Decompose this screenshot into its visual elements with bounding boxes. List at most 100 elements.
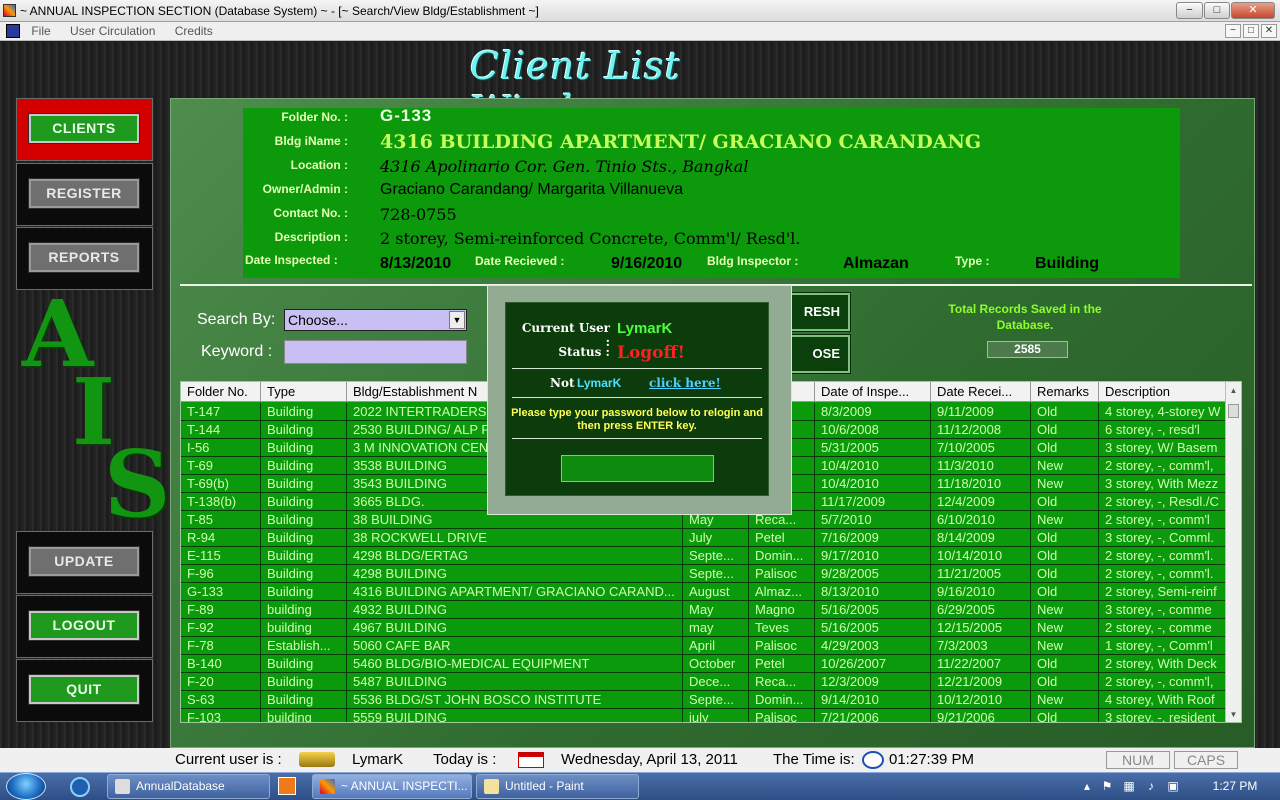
table-row[interactable]: F-78 Establish... 5060 CAFE BAR April Paliso… <box>181 637 1227 655</box>
grid-column-header[interactable]: Folder No. <box>181 382 261 402</box>
media-player-icon[interactable] <box>278 777 296 795</box>
table-cell: 11/22/2007 <box>931 655 1031 673</box>
clients-button[interactable]: CLIENTS <box>28 113 140 144</box>
close-button-panel[interactable]: OSE <box>787 334 851 374</box>
num-lock-indicator: NUM <box>1106 751 1170 769</box>
sidebar-update-box: UPDATE <box>16 531 153 594</box>
chevron-down-icon[interactable]: ▼ <box>449 311 465 329</box>
start-orb-icon[interactable] <box>6 773 46 800</box>
table-cell: 1 storey, -, Comm'l <box>1099 637 1241 655</box>
scroll-down-icon[interactable]: ▼ <box>1226 708 1241 722</box>
status-bar: Current user is : LymarK Today is : Wedn… <box>0 748 1280 772</box>
scroll-thumb[interactable] <box>1228 404 1239 418</box>
taskbar: AnnualDatabase ~ ANNUAL INSPECTI... Unti… <box>0 772 1280 800</box>
paint-icon <box>484 779 499 794</box>
table-cell: 10/12/2010 <box>931 691 1031 709</box>
logout-button[interactable]: LOGOUT <box>28 610 140 641</box>
password-input[interactable] <box>561 455 714 482</box>
table-cell: 2 storey, Semi-reinf <box>1099 583 1241 601</box>
table-cell: Building <box>261 583 347 601</box>
tray-network-icon[interactable]: ▦ <box>1122 779 1136 793</box>
update-button[interactable]: UPDATE <box>28 546 140 577</box>
click-here-link[interactable]: click here! <box>649 376 721 390</box>
grid-column-header[interactable]: Type <box>261 382 347 402</box>
table-cell: Palisoc <box>749 565 815 583</box>
grid-column-header[interactable]: Date of Inspe... <box>815 382 931 402</box>
page-title: Client List Window <box>470 44 681 132</box>
table-row[interactable]: R-94 Building 38 ROCKWELL DRIVE July Petel 7/… <box>181 529 1227 547</box>
table-cell: Petel <box>749 655 815 673</box>
table-row[interactable]: F-103 building 5559 BUILDING july Palisoc 7/2… <box>181 709 1227 722</box>
relogin-instruction: Please type your password below to relog… <box>511 407 763 432</box>
taskbar-annual-inspection[interactable]: ~ ANNUAL INSPECTI... <box>312 774 472 799</box>
table-cell: 11/21/2005 <box>931 565 1031 583</box>
reports-button[interactable]: REPORTS <box>28 242 140 273</box>
maximize-button[interactable]: □ <box>1204 2 1230 19</box>
table-cell: building <box>261 601 347 619</box>
tray-device-icon[interactable]: ▣ <box>1166 779 1180 793</box>
table-cell: Palisoc <box>749 637 815 655</box>
table-cell: 3 storey, -, Comml. <box>1099 529 1241 547</box>
taskbar-annualdatabase[interactable]: AnnualDatabase <box>107 774 270 799</box>
table-cell: Old <box>1031 439 1099 457</box>
quit-button[interactable]: QUIT <box>28 674 140 705</box>
grid-column-header[interactable]: Description <box>1099 382 1241 402</box>
table-cell: August <box>683 583 749 601</box>
tray-volume-icon[interactable]: ♪ <box>1144 779 1158 793</box>
table-row[interactable]: F-89 building 4932 BUILDING May Magno 5/16/20… <box>181 601 1227 619</box>
table-row[interactable]: F-20 Building 5487 BUILDING Dece... Reca... 1… <box>181 673 1227 691</box>
internet-explorer-icon[interactable] <box>70 777 90 797</box>
table-cell: Building <box>261 511 347 529</box>
tray-arrow-icon[interactable]: ▴ <box>1080 779 1094 793</box>
total-records-label: Total Records Saved in the Database. <box>948 302 1102 332</box>
table-cell: 5/7/2010 <box>815 511 931 529</box>
table-row[interactable]: F-96 Building 4298 BUILDING Septe... Palisoc… <box>181 565 1227 583</box>
menu-file[interactable]: File <box>31 22 50 41</box>
table-cell: 5/16/2005 <box>815 619 931 637</box>
menu-credits[interactable]: Credits <box>175 22 213 41</box>
table-cell: 11/12/2008 <box>931 421 1031 439</box>
scroll-up-icon[interactable]: ▲ <box>1226 384 1241 398</box>
table-row[interactable]: G-133 Building 4316 BUILDING APARTMENT/ GR… <box>181 583 1227 601</box>
date-inspected-value: 8/13/2010 <box>380 255 452 272</box>
table-row[interactable]: E-115 Building 4298 BLDG/ERTAG Septe... Domi… <box>181 547 1227 565</box>
table-row[interactable]: F-92 building 4967 BUILDING may Teves 5/16/20… <box>181 619 1227 637</box>
tray-flag-icon[interactable]: ⚑ <box>1100 779 1114 793</box>
child-restore-button[interactable]: □ <box>1243 24 1259 38</box>
table-cell: 4/29/2003 <box>815 637 931 655</box>
table-cell: May <box>683 601 749 619</box>
register-button[interactable]: REGISTER <box>28 178 140 209</box>
current-user-status-value: LymarK <box>352 751 404 768</box>
close-button[interactable]: ✕ <box>1231 2 1275 19</box>
table-cell: 2 storey, -, comm'l. <box>1099 547 1241 565</box>
user-icon <box>299 752 335 767</box>
child-minimize-button[interactable]: − <box>1225 24 1241 38</box>
table-cell: Building <box>261 529 347 547</box>
refresh-button[interactable]: RESH <box>787 292 851 332</box>
folder-label: Folder No. : <box>281 110 348 124</box>
inspector-label: Bldg Inspector : <box>707 254 799 268</box>
keyword-label: Keyword : <box>201 343 273 360</box>
table-cell: 9/14/2010 <box>815 691 931 709</box>
vertical-scrollbar[interactable]: ▲ ▼ <box>1225 382 1241 722</box>
taskbar-clock[interactable]: 1:27 PM <box>1200 773 1270 800</box>
table-cell: Building <box>261 547 347 565</box>
taskbar-paint[interactable]: Untitled - Paint <box>476 774 639 799</box>
table-cell: F-20 <box>181 673 261 691</box>
menu-user-circulation[interactable]: User Circulation <box>70 22 155 41</box>
table-row[interactable]: S-63 Building 5536 BLDG/ST JOHN BOSCO INST… <box>181 691 1227 709</box>
table-cell: Septe... <box>683 691 749 709</box>
table-cell: New <box>1031 511 1099 529</box>
table-cell: 10/4/2010 <box>815 475 931 493</box>
table-cell: Building <box>261 565 347 583</box>
table-row[interactable]: B-140 Building 5460 BLDG/BIO-MEDICAL EQUIP… <box>181 655 1227 673</box>
search-by-select[interactable]: Choose... ▼ <box>284 309 467 331</box>
table-cell: F-78 <box>181 637 261 655</box>
grid-column-header[interactable]: Remarks <box>1031 382 1099 402</box>
keyword-input[interactable] <box>284 340 467 364</box>
child-close-button[interactable]: ✕ <box>1261 24 1277 38</box>
grid-column-header[interactable]: Date Recei... <box>931 382 1031 402</box>
table-cell: Building <box>261 421 347 439</box>
minimize-button[interactable]: − <box>1176 2 1203 19</box>
dialog-divider-1 <box>512 368 762 369</box>
